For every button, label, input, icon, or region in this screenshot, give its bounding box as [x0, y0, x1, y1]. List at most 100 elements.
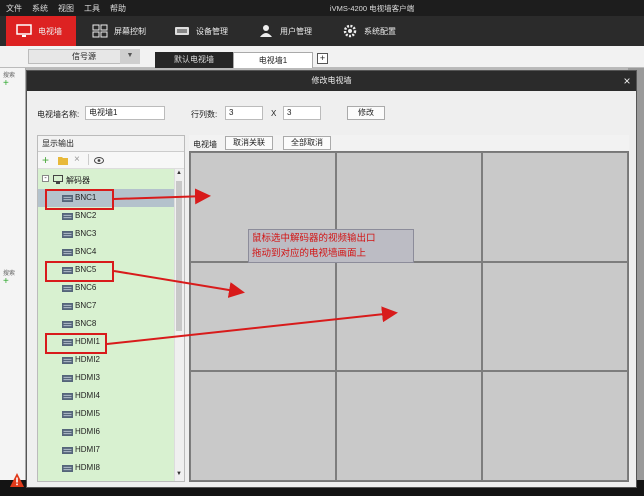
highlight-bnc5 — [45, 261, 114, 282]
tree-output-label: BNC6 — [75, 283, 97, 292]
tree-output-label: BNC2 — [75, 211, 97, 220]
tree-output-label: BNC4 — [75, 247, 97, 256]
video-output-icon — [62, 231, 73, 238]
video-output-icon — [62, 321, 73, 328]
highlight-hdmi1 — [45, 333, 107, 354]
video-output-icon — [62, 375, 73, 382]
tree-output-label: BNC8 — [75, 319, 97, 328]
tree-output-label: HDMI3 — [75, 373, 100, 382]
tvwall-screen-cell[interactable] — [336, 371, 482, 481]
toolbar-device-management[interactable]: 设备管理 — [174, 16, 228, 46]
app-title: iVMS-4200 电视墙客户端 — [329, 4, 415, 13]
wall-header: 电视墙 取消关联 全部取消 — [189, 135, 629, 151]
toolbar-system-config-label: 系统配置 — [364, 26, 396, 36]
display-output-title: 显示输出 — [38, 136, 184, 152]
tvwall-screen-cell[interactable] — [482, 261, 628, 372]
chevron-down-icon[interactable]: ▼ — [120, 49, 140, 64]
add-icon[interactable]: + — [42, 153, 49, 167]
wall-label: 电视墙 — [193, 140, 217, 149]
tree-output-label: HDMI8 — [75, 463, 100, 472]
main-toolbar: 电视墙 屏幕控制 设备管理 用户管理 系统配置 — [0, 16, 644, 46]
tree-output-label: BNC3 — [75, 229, 97, 238]
tree-output-label: HDMI7 — [75, 445, 100, 454]
unlink-all-button[interactable]: 全部取消 — [283, 136, 331, 150]
instruction-line-1: 鼠标选中解码器的视频输出口 — [252, 233, 376, 244]
device-icon — [175, 27, 189, 35]
delete-icon[interactable]: × — [74, 154, 80, 165]
add-tab-button[interactable]: + — [317, 53, 328, 64]
tree-output-item[interactable]: BNC4 — [38, 243, 174, 261]
add-icon[interactable]: + — [3, 78, 9, 89]
video-output-icon — [62, 303, 73, 310]
tvwall-screen-cell[interactable] — [190, 261, 336, 372]
tree-output-item[interactable]: HDMI6 — [38, 423, 174, 441]
video-output-icon — [62, 357, 73, 364]
tree-scroll-thumb[interactable] — [176, 181, 182, 331]
instruction-line-2: 拖动到对应的电视墙画面上 — [252, 248, 367, 259]
tree-output-item[interactable]: HDMI5 — [38, 405, 174, 423]
video-output-icon — [62, 465, 73, 472]
toolbar-screen-control[interactable]: 屏幕控制 — [92, 16, 146, 46]
video-output-icon — [62, 285, 73, 292]
toolbar-device-management-label: 设备管理 — [196, 26, 228, 36]
close-icon[interactable]: × — [619, 71, 635, 91]
toolbar-divider — [88, 154, 89, 165]
add-icon[interactable]: + — [3, 276, 9, 287]
tree-node-decoder[interactable]: - 解码器 — [38, 171, 174, 189]
toolbar-system-config[interactable]: 系统配置 — [342, 16, 396, 46]
tree-output-item[interactable]: BNC8 — [38, 315, 174, 333]
gear-icon — [343, 24, 357, 38]
tree-output-label: BNC7 — [75, 301, 97, 310]
tree-output-item[interactable]: HDMI3 — [38, 369, 174, 387]
grid-icon — [92, 24, 108, 38]
tvwall-name-label: 电视墙名称: — [37, 110, 80, 119]
scroll-down-icon[interactable]: ▼ — [176, 471, 182, 477]
instruction-callout: 鼠标选中解码器的视频输出口 拖动到对应的电视墙画面上 — [248, 229, 414, 263]
tvwall-grid — [189, 151, 629, 482]
tab-tvwall1[interactable]: 电视墙1 — [233, 52, 313, 68]
video-output-icon — [62, 447, 73, 454]
tvwall-screen-cell[interactable] — [482, 371, 628, 481]
left-sidebar: 搜索 + 搜索 + — [0, 68, 26, 480]
scroll-up-icon[interactable]: ▲ — [176, 170, 182, 176]
modify-button[interactable]: 修改 — [347, 106, 385, 120]
collapse-icon[interactable]: - — [42, 175, 49, 182]
times-label: X — [271, 109, 277, 118]
tree-output-item[interactable]: HDMI7 — [38, 441, 174, 459]
toolbar-user-management-label: 用户管理 — [280, 26, 312, 36]
eye-icon[interactable] — [94, 157, 104, 164]
video-output-icon — [62, 411, 73, 418]
tvwall-name-input[interactable]: 电视墙1 — [85, 106, 165, 120]
tree-output-item[interactable]: BNC3 — [38, 225, 174, 243]
monitor-icon — [16, 24, 32, 37]
cols-input[interactable]: 3 — [283, 106, 321, 120]
warning-icon[interactable] — [9, 472, 25, 488]
tab-default-tvwall[interactable]: 默认电视墙 — [155, 52, 233, 68]
edit-tvwall-dialog: 修改电视墙 × 电视墙名称: 电视墙1 行列数: 3 X 3 修改 显示输出 +… — [26, 70, 637, 488]
unlink-button[interactable]: 取消关联 — [225, 136, 273, 150]
folder-icon[interactable] — [58, 156, 68, 165]
rows-input[interactable]: 3 — [225, 106, 263, 120]
video-output-icon — [62, 213, 73, 220]
decoder-tree: - 解码器 BNC1 BNC2 BNC3 BNC4 BNC5 BNC6 BNC7 BNC8 HD… — [38, 169, 174, 481]
user-icon — [260, 25, 272, 37]
toolbar-user-management[interactable]: 用户管理 — [258, 16, 312, 46]
video-output-icon — [62, 249, 73, 256]
tree-output-label: HDMI6 — [75, 427, 100, 436]
tvwall-screen-cell[interactable] — [336, 261, 482, 372]
dialog-title: 修改电视墙 — [27, 71, 636, 91]
tree-output-item[interactable]: BNC7 — [38, 297, 174, 315]
toolbar-tvwall[interactable]: 电视墙 — [6, 16, 76, 46]
tvwall-screen-cell[interactable] — [190, 371, 336, 481]
tree-output-label: HDMI5 — [75, 409, 100, 418]
menu-bar: 文件 系统 视图 工具 帮助 iVMS-4200 电视墙客户端 — [0, 0, 644, 16]
toolbar-tvwall-label: 电视墙 — [38, 26, 62, 36]
decoder-icon — [53, 175, 63, 184]
tvwall-screen-cell[interactable] — [482, 152, 628, 262]
tree-output-label: HDMI4 — [75, 391, 100, 400]
tree-output-item[interactable]: HDMI8 — [38, 459, 174, 477]
highlight-bnc1 — [45, 189, 114, 210]
toolbar-screen-control-label: 屏幕控制 — [114, 26, 146, 36]
tree-toolbar: + × — [38, 152, 184, 169]
tree-output-item[interactable]: HDMI4 — [38, 387, 174, 405]
